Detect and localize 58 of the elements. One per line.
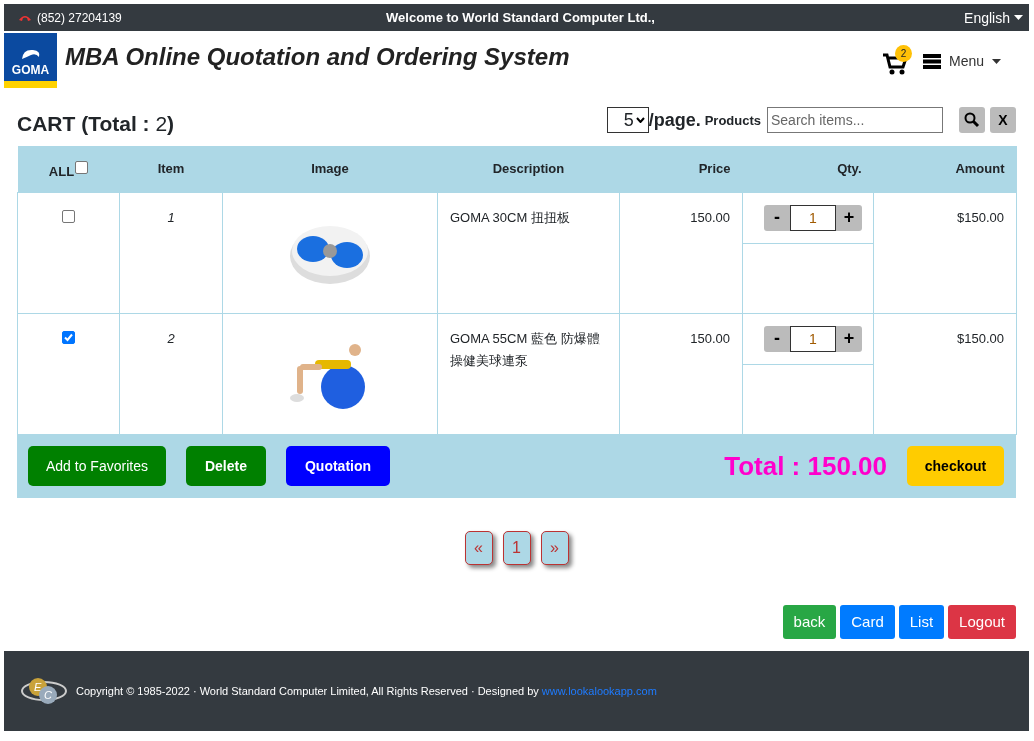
column-header: Price bbox=[698, 161, 731, 177]
table-cell-text: GOMA 30CM 扭扭板 bbox=[450, 208, 570, 227]
quantity-field[interactable]: 1 bbox=[790, 204, 836, 231]
total-amount: Total : 150.00 bbox=[724, 450, 887, 482]
column-header: ALL bbox=[48, 164, 75, 180]
column-header: Item bbox=[157, 161, 185, 177]
per-page-label: /page. bbox=[648, 109, 701, 131]
caret-icon bbox=[1014, 15, 1023, 20]
table-cell-text: $150.00 bbox=[957, 329, 1004, 348]
table-cell-text: 150.00 bbox=[690, 329, 730, 348]
column-header: Amount bbox=[955, 161, 1005, 177]
designer-link[interactable]: www.lookalookapp.com bbox=[541, 684, 657, 697]
select-all-checkbox[interactable] bbox=[75, 161, 89, 175]
column-header: Description bbox=[492, 161, 565, 177]
table-cell-text: GOMA 55CM 藍色 防爆體操健美球連泵 bbox=[450, 329, 601, 370]
pagination-button[interactable]: « bbox=[464, 530, 493, 565]
products-label: Products bbox=[704, 112, 761, 128]
card-button[interactable]: Card bbox=[840, 604, 895, 639]
copyright-text: Copyright © 1985-2022 · World Standard Computer Limited, All Rights Reserved · Designed by www.lookalookapp.com bbox=[76, 684, 657, 697]
favorites-button[interactable]: Add to Favorites bbox=[28, 446, 166, 486]
quotation-button[interactable]: Quotation bbox=[285, 446, 391, 486]
quantity-field[interactable]: 1 bbox=[790, 325, 836, 352]
increase-button[interactable]: + bbox=[836, 204, 862, 231]
menu-icon bbox=[922, 53, 941, 69]
table-cell-text: 1 bbox=[167, 208, 175, 227]
row-checkbox[interactable] bbox=[62, 330, 75, 344]
list-button[interactable]: List bbox=[898, 604, 945, 639]
caret-icon bbox=[992, 58, 1001, 64]
increase-button[interactable]: + bbox=[836, 325, 862, 352]
page-title: MBA Online Quotation and Ordering System bbox=[65, 43, 571, 71]
clear-button[interactable]: X bbox=[990, 107, 1016, 133]
row-checkbox[interactable] bbox=[62, 209, 75, 223]
logo: GOMA bbox=[4, 33, 57, 88]
column-header: Image bbox=[311, 161, 349, 177]
table-cell-text: 2 bbox=[167, 329, 175, 348]
search-icon bbox=[964, 112, 980, 128]
delete-button[interactable]: Delete bbox=[185, 446, 266, 486]
checkout-button[interactable]: checkout bbox=[907, 446, 1004, 486]
phone-icon bbox=[18, 13, 32, 22]
cart-title: CART (Total : 2) bbox=[17, 112, 176, 136]
table-cell-text: 150.00 bbox=[690, 208, 730, 227]
cart-count-badge: 2 bbox=[894, 45, 912, 62]
pagination-button[interactable]: » bbox=[540, 530, 569, 565]
chevron-icon bbox=[635, 117, 645, 123]
back-button[interactable]: back bbox=[782, 604, 837, 639]
logout-button[interactable]: Logout bbox=[948, 604, 1016, 639]
search-button[interactable] bbox=[959, 107, 985, 133]
pagination-button[interactable]: 1 bbox=[502, 530, 531, 565]
column-header: Qty. bbox=[837, 161, 862, 177]
phone-number: (852) 27204139 bbox=[37, 10, 122, 25]
menu-button[interactable]: Menu bbox=[922, 53, 1001, 69]
table-cell-text: $150.00 bbox=[957, 208, 1004, 227]
language-menu[interactable]: English bbox=[964, 9, 1010, 26]
decrease-button[interactable]: - bbox=[764, 325, 790, 352]
welcome-text: Welcome to World Standard Computer Ltd., bbox=[385, 10, 656, 25]
decrease-button[interactable]: - bbox=[764, 204, 790, 231]
per-page-select[interactable]: 5 bbox=[606, 107, 649, 133]
search-field[interactable]: Search items... bbox=[767, 107, 943, 133]
